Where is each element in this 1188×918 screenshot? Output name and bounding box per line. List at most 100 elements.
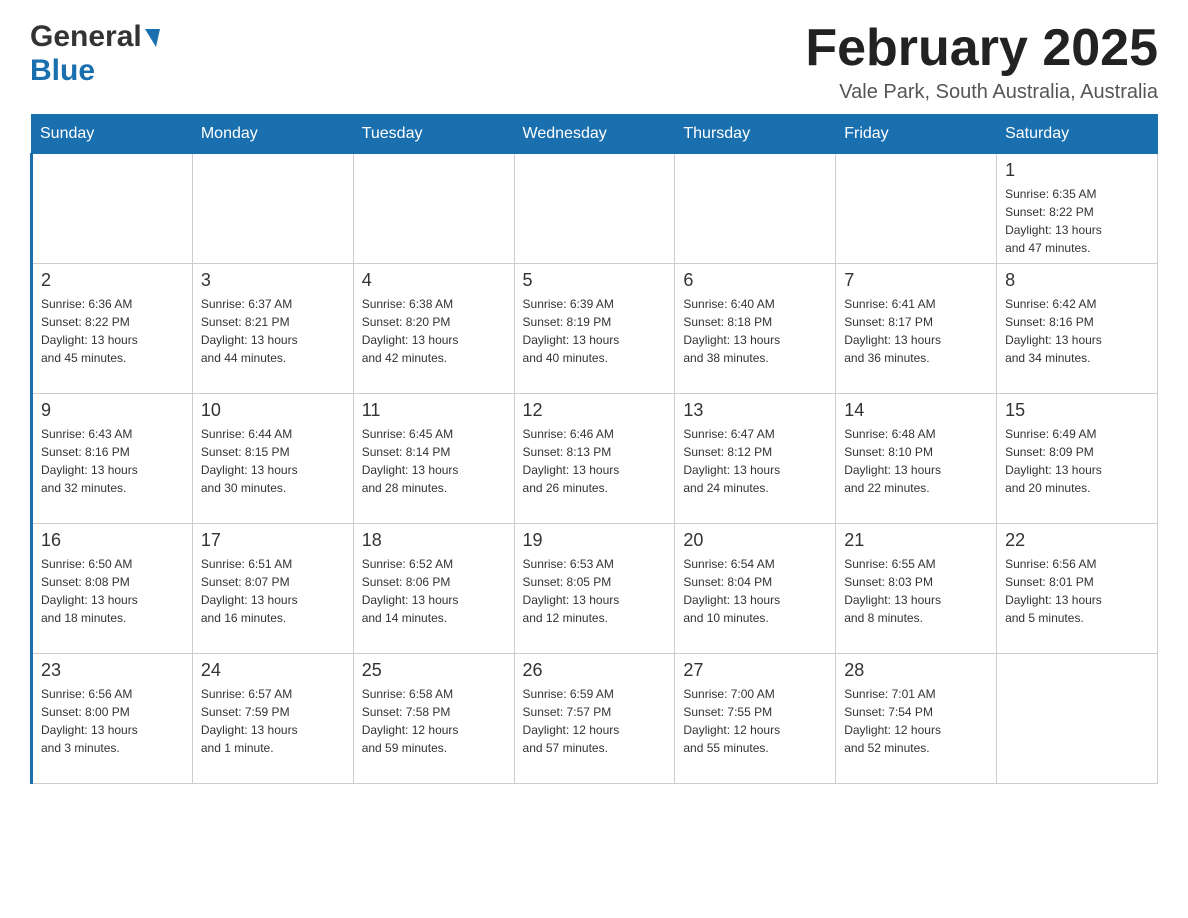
day-number: 6 bbox=[683, 270, 827, 291]
calendar-day-cell bbox=[836, 154, 997, 264]
page-header: General Blue February 2025 Vale Park, So… bbox=[30, 20, 1158, 104]
logo-triangle-icon bbox=[145, 29, 160, 47]
calendar-day-cell: 25 Sunrise: 6:58 AM Sunset: 7:58 PM Dayli… bbox=[353, 654, 514, 784]
month-title: February 2025 bbox=[805, 20, 1158, 77]
day-number: 20 bbox=[683, 530, 827, 551]
calendar-header-monday: Monday bbox=[192, 115, 353, 154]
day-number: 17 bbox=[201, 530, 345, 551]
day-number: 26 bbox=[523, 660, 667, 681]
day-number: 8 bbox=[1005, 270, 1149, 291]
calendar-day-cell: 11Sunrise: 6:45 AM Sunset: 8:14 PM Dayli… bbox=[353, 394, 514, 524]
day-info: Sunrise: 6:45 AM Sunset: 8:14 PM Dayligh… bbox=[362, 425, 506, 497]
calendar-day-cell: 17 Sunrise: 6:51 AM Sunset: 8:07 PM Dayli… bbox=[192, 524, 353, 654]
calendar-day-cell: 10Sunrise: 6:44 AM Sunset: 8:15 PM Dayli… bbox=[192, 394, 353, 524]
logo-blue-text: Blue bbox=[30, 54, 95, 87]
day-info: Sunrise: 6:40 AM Sunset: 8:18 PM Dayligh… bbox=[683, 295, 827, 367]
day-info: Sunrise: 6:43 AM Sunset: 8:16 PM Dayligh… bbox=[41, 425, 184, 497]
day-info: Sunrise: 6:56 AM Sunset: 8:01 PM Dayligh… bbox=[1005, 555, 1149, 627]
day-number: 19 bbox=[523, 530, 667, 551]
calendar-day-cell bbox=[32, 154, 193, 264]
logo-general-text: General bbox=[30, 20, 142, 53]
calendar-day-cell: 3 Sunrise: 6:37 AM Sunset: 8:21 PM Daylig… bbox=[192, 264, 353, 394]
day-number: 21 bbox=[844, 530, 988, 551]
calendar-header-row: SundayMondayTuesdayWednesdayThursdayFrid… bbox=[32, 115, 1158, 154]
day-number: 28 bbox=[844, 660, 988, 681]
day-number: 1 bbox=[1005, 160, 1149, 181]
day-info: Sunrise: 6:57 AM Sunset: 7:59 PM Dayligh… bbox=[201, 685, 345, 757]
day-info: Sunrise: 6:51 AM Sunset: 8:07 PM Dayligh… bbox=[201, 555, 345, 627]
calendar-day-cell: 6 Sunrise: 6:40 AM Sunset: 8:18 PM Daylig… bbox=[675, 264, 836, 394]
day-number: 23 bbox=[41, 660, 184, 681]
day-number: 18 bbox=[362, 530, 506, 551]
calendar-week-row: 1 Sunrise: 6:35 AM Sunset: 8:22 PM Daylig… bbox=[32, 154, 1158, 264]
calendar-header-sunday: Sunday bbox=[32, 115, 193, 154]
day-info: Sunrise: 6:47 AM Sunset: 8:12 PM Dayligh… bbox=[683, 425, 827, 497]
day-number: 16 bbox=[41, 530, 184, 551]
calendar-week-row: 9 Sunrise: 6:43 AM Sunset: 8:16 PM Daylig… bbox=[32, 394, 1158, 524]
day-info: Sunrise: 6:58 AM Sunset: 7:58 PM Dayligh… bbox=[362, 685, 506, 757]
calendar-day-cell: 5 Sunrise: 6:39 AM Sunset: 8:19 PM Daylig… bbox=[514, 264, 675, 394]
day-number: 15 bbox=[1005, 400, 1149, 421]
day-number: 9 bbox=[41, 400, 184, 421]
day-info: Sunrise: 6:35 AM Sunset: 8:22 PM Dayligh… bbox=[1005, 185, 1149, 257]
calendar-day-cell: 9 Sunrise: 6:43 AM Sunset: 8:16 PM Daylig… bbox=[32, 394, 193, 524]
day-info: Sunrise: 6:46 AM Sunset: 8:13 PM Dayligh… bbox=[523, 425, 667, 497]
day-info: Sunrise: 7:00 AM Sunset: 7:55 PM Dayligh… bbox=[683, 685, 827, 757]
day-info: Sunrise: 6:36 AM Sunset: 8:22 PM Dayligh… bbox=[41, 295, 184, 367]
calendar-day-cell: 21Sunrise: 6:55 AM Sunset: 8:03 PM Dayli… bbox=[836, 524, 997, 654]
calendar-week-row: 2 Sunrise: 6:36 AM Sunset: 8:22 PM Daylig… bbox=[32, 264, 1158, 394]
day-number: 14 bbox=[844, 400, 988, 421]
calendar-day-cell: 23Sunrise: 6:56 AM Sunset: 8:00 PM Dayli… bbox=[32, 654, 193, 784]
day-number: 24 bbox=[201, 660, 345, 681]
calendar-header-tuesday: Tuesday bbox=[353, 115, 514, 154]
calendar-header-wednesday: Wednesday bbox=[514, 115, 675, 154]
day-number: 2 bbox=[41, 270, 184, 291]
day-info: Sunrise: 6:49 AM Sunset: 8:09 PM Dayligh… bbox=[1005, 425, 1149, 497]
calendar-day-cell: 15 Sunrise: 6:49 AM Sunset: 8:09 PM Dayli… bbox=[997, 394, 1158, 524]
calendar-day-cell: 12 Sunrise: 6:46 AM Sunset: 8:13 PM Dayli… bbox=[514, 394, 675, 524]
day-info: Sunrise: 6:41 AM Sunset: 8:17 PM Dayligh… bbox=[844, 295, 988, 367]
day-info: Sunrise: 6:39 AM Sunset: 8:19 PM Dayligh… bbox=[523, 295, 667, 367]
calendar-week-row: 23Sunrise: 6:56 AM Sunset: 8:00 PM Dayli… bbox=[32, 654, 1158, 784]
day-number: 27 bbox=[683, 660, 827, 681]
calendar-day-cell bbox=[997, 654, 1158, 784]
calendar-table: SundayMondayTuesdayWednesdayThursdayFrid… bbox=[30, 114, 1158, 784]
day-info: Sunrise: 6:48 AM Sunset: 8:10 PM Dayligh… bbox=[844, 425, 988, 497]
day-info: Sunrise: 6:50 AM Sunset: 8:08 PM Dayligh… bbox=[41, 555, 184, 627]
day-number: 12 bbox=[523, 400, 667, 421]
calendar-header-friday: Friday bbox=[836, 115, 997, 154]
calendar-day-cell: 20 Sunrise: 6:54 AM Sunset: 8:04 PM Dayli… bbox=[675, 524, 836, 654]
calendar-day-cell: 8 Sunrise: 6:42 AM Sunset: 8:16 PM Daylig… bbox=[997, 264, 1158, 394]
calendar-day-cell: 22 Sunrise: 6:56 AM Sunset: 8:01 PM Dayli… bbox=[997, 524, 1158, 654]
day-number: 13 bbox=[683, 400, 827, 421]
title-section: February 2025 Vale Park, South Australia… bbox=[805, 20, 1158, 104]
calendar-header-saturday: Saturday bbox=[997, 115, 1158, 154]
day-number: 22 bbox=[1005, 530, 1149, 551]
calendar-day-cell: 2 Sunrise: 6:36 AM Sunset: 8:22 PM Daylig… bbox=[32, 264, 193, 394]
calendar-day-cell bbox=[514, 154, 675, 264]
calendar-day-cell: 14 Sunrise: 6:48 AM Sunset: 8:10 PM Dayli… bbox=[836, 394, 997, 524]
calendar-day-cell: 4Sunrise: 6:38 AM Sunset: 8:20 PM Daylig… bbox=[353, 264, 514, 394]
day-number: 5 bbox=[523, 270, 667, 291]
day-info: Sunrise: 6:53 AM Sunset: 8:05 PM Dayligh… bbox=[523, 555, 667, 627]
location-text: Vale Park, South Australia, Australia bbox=[805, 81, 1158, 104]
logo-blue-row: Blue bbox=[30, 54, 95, 88]
day-info: Sunrise: 6:42 AM Sunset: 8:16 PM Dayligh… bbox=[1005, 295, 1149, 367]
day-info: Sunrise: 6:59 AM Sunset: 7:57 PM Dayligh… bbox=[523, 685, 667, 757]
day-number: 7 bbox=[844, 270, 988, 291]
logo-top-row: General bbox=[30, 20, 160, 54]
calendar-day-cell bbox=[353, 154, 514, 264]
calendar-day-cell bbox=[192, 154, 353, 264]
calendar-day-cell: 27 Sunrise: 7:00 AM Sunset: 7:55 PM Dayli… bbox=[675, 654, 836, 784]
calendar-day-cell: 1 Sunrise: 6:35 AM Sunset: 8:22 PM Daylig… bbox=[997, 154, 1158, 264]
day-info: Sunrise: 6:54 AM Sunset: 8:04 PM Dayligh… bbox=[683, 555, 827, 627]
day-info: Sunrise: 6:37 AM Sunset: 8:21 PM Dayligh… bbox=[201, 295, 345, 367]
calendar-day-cell: 7 Sunrise: 6:41 AM Sunset: 8:17 PM Daylig… bbox=[836, 264, 997, 394]
day-number: 3 bbox=[201, 270, 345, 291]
calendar-day-cell: 24 Sunrise: 6:57 AM Sunset: 7:59 PM Dayli… bbox=[192, 654, 353, 784]
calendar-day-cell: 18Sunrise: 6:52 AM Sunset: 8:06 PM Dayli… bbox=[353, 524, 514, 654]
calendar-day-cell: 16 Sunrise: 6:50 AM Sunset: 8:08 PM Dayli… bbox=[32, 524, 193, 654]
logo: General Blue bbox=[30, 20, 160, 88]
day-number: 25 bbox=[362, 660, 506, 681]
day-info: Sunrise: 6:44 AM Sunset: 8:15 PM Dayligh… bbox=[201, 425, 345, 497]
